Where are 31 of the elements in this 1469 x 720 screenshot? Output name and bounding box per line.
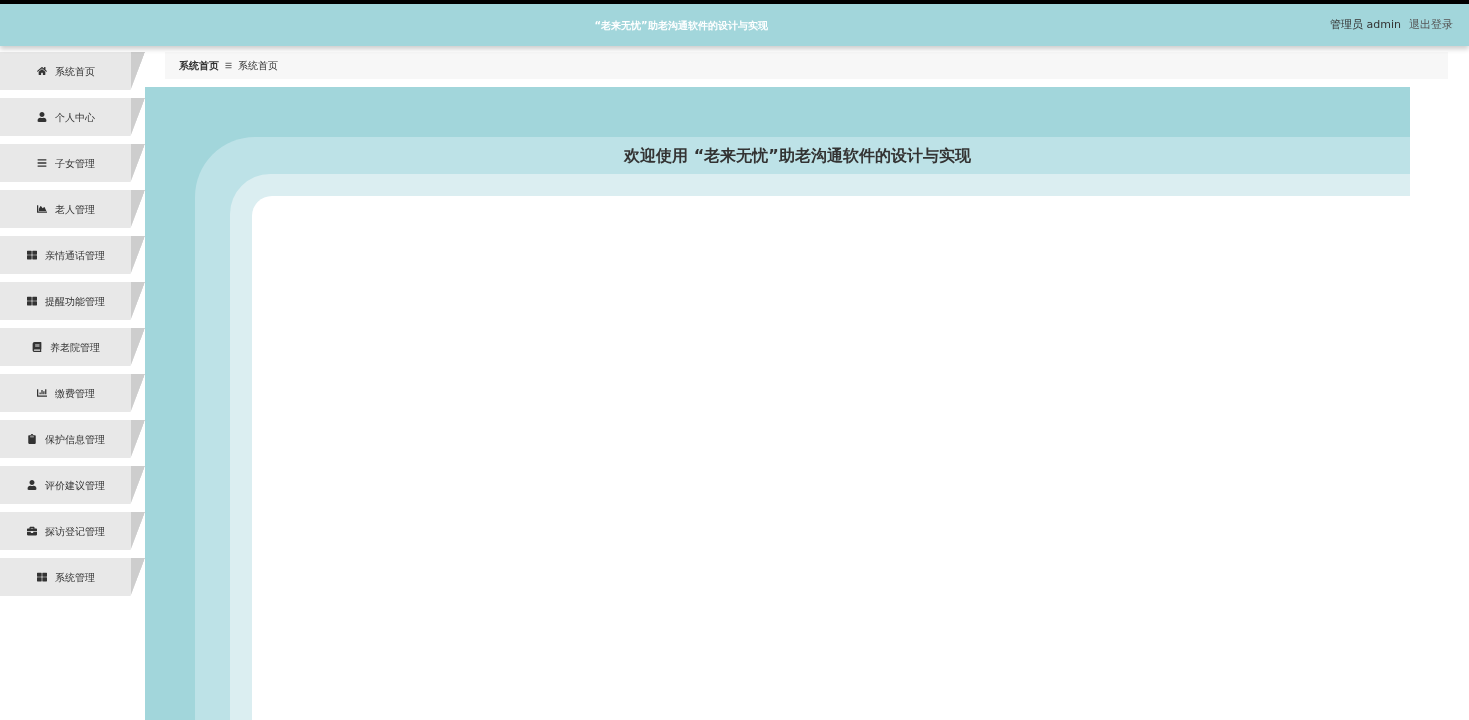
chart-icon [36, 204, 47, 214]
user-icon [26, 480, 37, 490]
sidebar-item[interactable]: 老人管理 [0, 190, 145, 228]
sidebar-item[interactable]: 提醒功能管理 [0, 282, 145, 320]
sidebar-item[interactable]: 系统管理 [0, 558, 145, 596]
sidebar-item[interactable]: 探访登记管理 [0, 512, 145, 550]
books-icon [31, 342, 42, 352]
sidebar-item[interactable]: 缴费管理 [0, 374, 145, 412]
sidebar-item[interactable]: 养老院管理 [0, 328, 145, 366]
clipboard-icon [26, 434, 37, 444]
user-label: 管理员 admin [1330, 16, 1401, 33]
sidebar-item[interactable]: 评价建议管理 [0, 466, 145, 504]
breadcrumb-current: 系统首页 [238, 59, 278, 73]
app-title: “老来无忧”助老沟通软件的设计与实现 [594, 18, 768, 33]
separator-icon [225, 62, 232, 69]
list-icon [36, 158, 47, 168]
grid-icon [26, 250, 37, 260]
bar-chart-icon [36, 388, 47, 398]
grid-icon [26, 296, 37, 306]
breadcrumb-link[interactable]: 系统首页 [179, 58, 219, 73]
logout-link[interactable]: 退出登录 [1409, 16, 1453, 34]
sidebar-item[interactable]: 保护信息管理 [0, 420, 145, 458]
welcome-title: 欢迎使用 “老来无忧”助老沟通软件的设计与实现 [624, 144, 971, 167]
briefcase-icon [26, 526, 37, 536]
grid-icon [36, 572, 47, 582]
user-icon [36, 112, 47, 122]
sidebar-item[interactable]: 亲情通话管理 [0, 236, 145, 274]
home-icon [36, 66, 47, 76]
sidebar-item[interactable]: 子女管理 [0, 144, 145, 182]
sidebar-item[interactable]: 系统首页 [0, 52, 145, 90]
sidebar-item[interactable]: 个人中心 [0, 98, 145, 136]
